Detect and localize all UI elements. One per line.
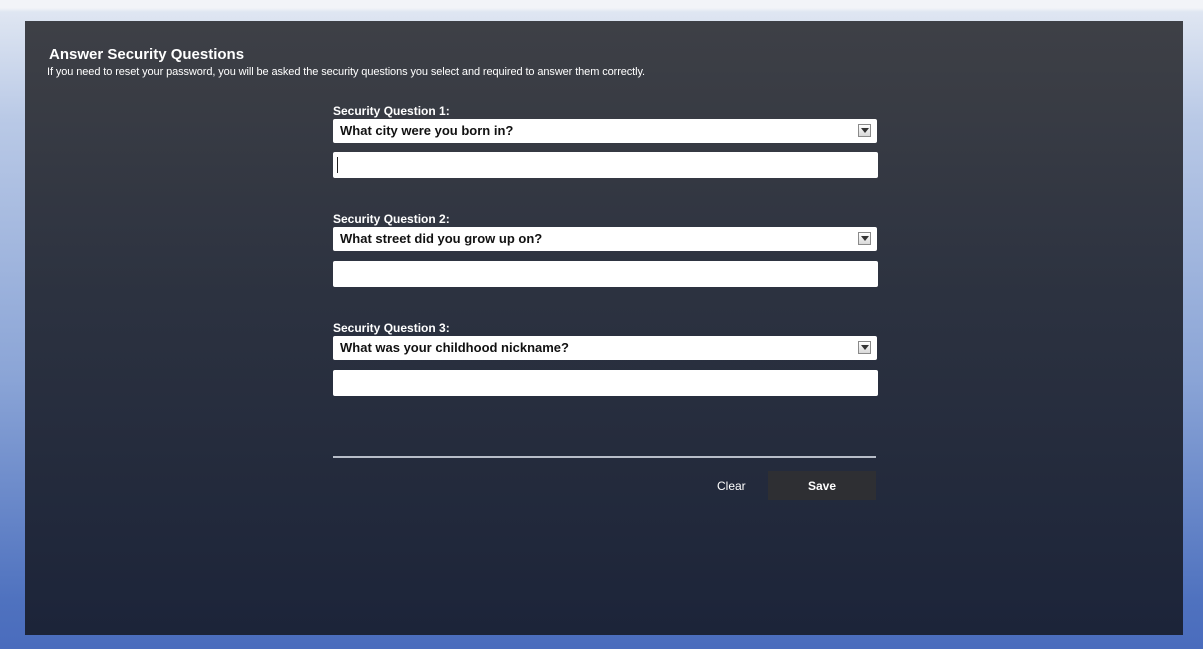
security-question-1-value: What city were you born in? <box>340 123 514 138</box>
chevron-down-icon[interactable] <box>858 341 871 354</box>
security-question-3-label: Security Question 3: <box>333 321 450 335</box>
security-question-3-value: What was your childhood nickname? <box>340 340 569 355</box>
clear-button[interactable]: Clear <box>717 479 746 493</box>
security-answer-3-input[interactable] <box>333 370 878 396</box>
security-question-2-select[interactable]: What street did you grow up on? <box>333 227 877 251</box>
security-answer-2-input[interactable] <box>333 261 878 287</box>
security-question-2-value: What street did you grow up on? <box>340 231 543 246</box>
security-answer-1-input[interactable] <box>333 152 878 178</box>
page-subtitle: If you need to reset your password, you … <box>47 66 646 78</box>
security-question-2-label: Security Question 2: <box>333 212 450 226</box>
security-answer-1-wrapper <box>333 152 878 178</box>
chevron-down-icon[interactable] <box>858 232 871 245</box>
form-divider <box>333 456 876 458</box>
security-question-1-select[interactable]: What city were you born in? <box>333 119 877 143</box>
chevron-down-icon[interactable] <box>858 124 871 137</box>
save-button[interactable]: Save <box>768 471 876 500</box>
text-caret <box>337 157 338 173</box>
security-questions-panel: Answer Security Questions If you need to… <box>25 21 1183 635</box>
security-question-1-label: Security Question 1: <box>333 104 450 118</box>
security-question-3-select[interactable]: What was your childhood nickname? <box>333 336 877 360</box>
page-title: Answer Security Questions <box>49 46 245 63</box>
